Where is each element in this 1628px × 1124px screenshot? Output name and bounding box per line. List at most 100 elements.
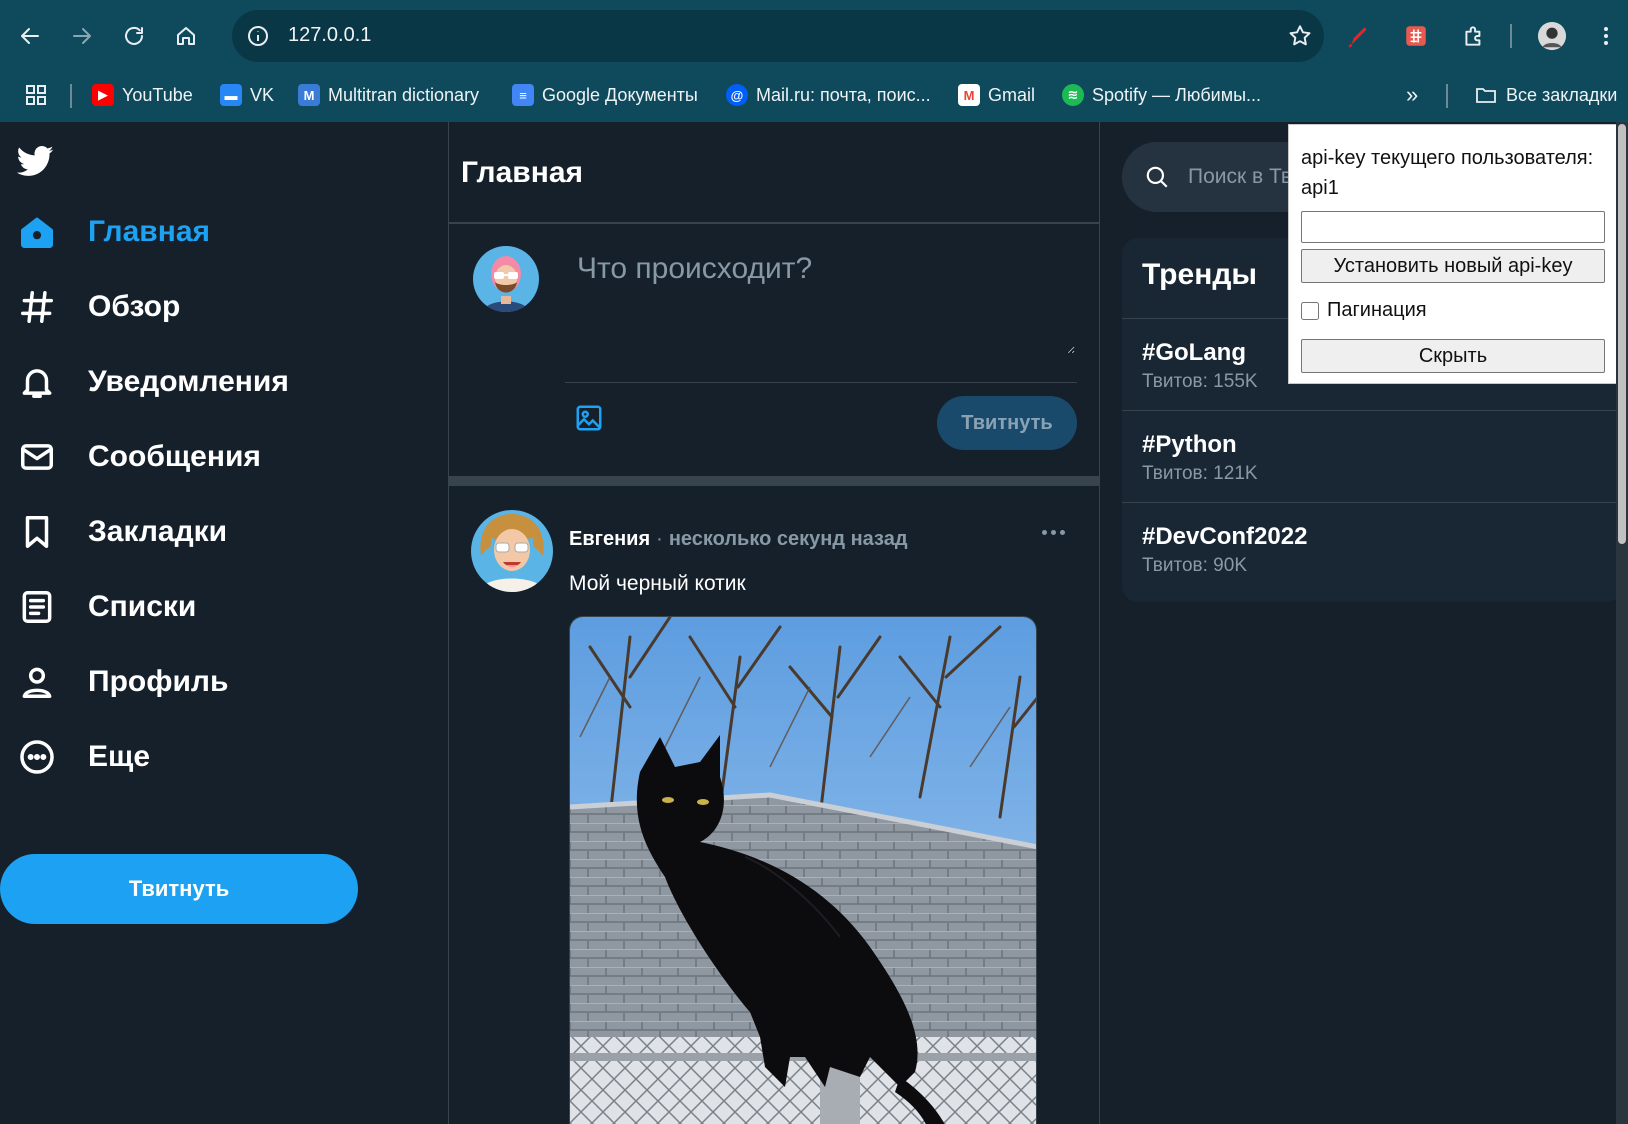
bookmark-youtube[interactable]: ▶ YouTube: [92, 80, 193, 110]
avatar[interactable]: [471, 510, 553, 592]
bell-icon: [16, 361, 58, 403]
tweet-author[interactable]: Евгения: [569, 528, 650, 550]
tweet-button[interactable]: Твитнуть: [0, 854, 358, 924]
tweet-more-icon[interactable]: [1035, 520, 1071, 544]
image-upload-icon[interactable]: [571, 400, 607, 436]
tweet-text: Мой черный котик: [569, 572, 746, 595]
bookmarks-divider: [1446, 84, 1448, 108]
browser-menu-icon[interactable]: [1590, 20, 1622, 52]
tweet-input[interactable]: [565, 244, 1075, 354]
nav-item-home[interactable]: Главная: [16, 204, 210, 260]
bookmark-google-docs[interactable]: ≡ Google Документы: [512, 80, 698, 110]
nav-item-notifications[interactable]: Уведомления: [16, 354, 289, 410]
bookmark-multitran[interactable]: M Multitran dictionary: [298, 80, 479, 110]
reload-icon[interactable]: [116, 18, 152, 54]
left-sidebar: Главная Обзор Уведомления Сообщения Закл…: [0, 122, 448, 1124]
twitter-page: Главная Обзор Уведомления Сообщения Закл…: [0, 122, 1628, 1124]
profile-icon: [16, 661, 58, 703]
home-page-icon[interactable]: [168, 18, 204, 54]
trend-count: Твитов: 90K: [1142, 555, 1247, 576]
bookmark-mailru[interactable]: @ Mail.ru: почта, поис...: [726, 80, 931, 110]
bookmark-label: Multitran dictionary: [328, 84, 480, 105]
avatar[interactable]: [473, 246, 539, 312]
bookmarks-divider: [70, 84, 72, 108]
bookmark-label: YouTube: [122, 84, 193, 105]
spotify-icon: ≋: [1062, 84, 1084, 106]
apikey-input[interactable]: [1301, 211, 1605, 243]
nav-item-lists[interactable]: Списки: [16, 579, 196, 635]
bookmark-label: VK: [250, 84, 275, 105]
nav-label: Обзор: [88, 290, 181, 323]
tweet-composer: Твитнуть: [449, 224, 1099, 476]
main-column: Главная Твитнут: [448, 122, 1100, 1124]
nav-item-messages[interactable]: Сообщения: [16, 429, 261, 485]
pagination-checkbox[interactable]: [1301, 301, 1319, 320]
multitran-icon: M: [298, 84, 320, 106]
extensions-puzzle-icon[interactable]: [1458, 20, 1490, 52]
all-bookmarks-folder[interactable]: Все закладки: [1474, 80, 1617, 110]
trend-count: Твитов: 155K: [1142, 371, 1258, 392]
search-icon: [1146, 166, 1168, 188]
more-icon: [16, 736, 58, 778]
nav-item-bookmarks[interactable]: Закладки: [16, 504, 227, 560]
bookmark-label: Mail.ru: почта, поис...: [756, 84, 931, 105]
nav-label: Еще: [88, 740, 151, 773]
nav-item-profile[interactable]: Профиль: [16, 654, 228, 710]
url-text[interactable]: 127.0.0.1: [288, 24, 371, 47]
nav-label: Профиль: [88, 665, 229, 698]
toolbar-divider: [1510, 24, 1512, 48]
apikey-label: api-key текущего пользователя: api1: [1301, 147, 1594, 199]
calendar-extension-icon[interactable]: [1400, 20, 1432, 52]
bookmark-label: Gmail: [988, 84, 1036, 105]
scrollbar-thumb[interactable]: [1618, 124, 1626, 544]
home-icon: [16, 211, 58, 253]
tweet-meta: Евгения · несколько секунд назад: [569, 528, 908, 551]
back-icon[interactable]: [12, 18, 48, 54]
meta-separator: ·: [656, 528, 663, 550]
nav-item-more[interactable]: Еще: [16, 729, 150, 785]
page-title: Главная: [461, 156, 584, 189]
mailru-icon: @: [726, 84, 748, 106]
bookmark-spotify[interactable]: ≋ Spotify — Любимы...: [1062, 80, 1261, 110]
address-bar[interactable]: 127.0.0.1: [232, 10, 1324, 62]
nav-item-explore[interactable]: Обзор: [16, 279, 180, 335]
pagination-label: Пагинация: [1327, 299, 1427, 321]
nav-label: Главная: [88, 215, 211, 248]
bookmark-star-icon[interactable]: [1286, 22, 1314, 50]
feed-divider: [449, 476, 1099, 486]
browser-toolbar: 127.0.0.1: [0, 0, 1628, 72]
trend-tag: #Python: [1142, 431, 1237, 458]
all-bookmarks-label: Все закладки: [1506, 84, 1618, 105]
tweet-timestamp[interactable]: несколько секунд назад: [669, 528, 908, 550]
page-scrollbar[interactable]: [1616, 122, 1628, 1124]
composer-tweet-button[interactable]: Твитнуть: [937, 396, 1077, 450]
trend-item[interactable]: #DevConf2022 Твитов: 90K: [1122, 502, 1622, 594]
folder-icon: [1476, 88, 1496, 103]
profile-avatar-icon[interactable]: [1536, 20, 1568, 52]
more-bookmarks-button[interactable]: »: [1406, 80, 1418, 110]
apps-grid-icon[interactable]: [24, 80, 48, 110]
twitter-logo-icon[interactable]: [14, 142, 58, 182]
tweet-item[interactable]: Евгения · несколько секунд назад Мой черны…: [449, 486, 1099, 1124]
nav-label: Сообщения: [88, 440, 261, 473]
gmail-icon: M: [958, 84, 980, 106]
set-apikey-button[interactable]: Установить новый api-key: [1301, 249, 1605, 283]
apikey-panel: api-key текущего пользователя: api1 Уста…: [1288, 124, 1628, 384]
tweet-image[interactable]: [569, 616, 1037, 1124]
bookmark-gmail[interactable]: M Gmail: [958, 80, 1035, 110]
trends-title: Тренды: [1142, 258, 1257, 291]
site-info-icon[interactable]: [244, 22, 272, 50]
bookmark-label: Spotify — Любимы...: [1092, 84, 1262, 105]
pagination-toggle[interactable]: Пагинация: [1301, 299, 1427, 322]
hide-button[interactable]: Скрыть: [1301, 339, 1605, 373]
pen-extension-icon[interactable]: [1342, 20, 1374, 52]
bookmark-icon: [16, 511, 58, 553]
forward-icon[interactable]: [64, 18, 100, 54]
trend-tag: #GoLang: [1142, 339, 1247, 366]
bookmark-vk[interactable]: ▬ VK: [220, 80, 274, 110]
bookmark-label: Google Документы: [542, 84, 698, 105]
hashtag-icon: [16, 286, 58, 328]
composer-divider: [565, 382, 1077, 383]
mail-icon: [16, 436, 58, 478]
trend-item[interactable]: #Python Твитов: 121K: [1122, 410, 1622, 502]
